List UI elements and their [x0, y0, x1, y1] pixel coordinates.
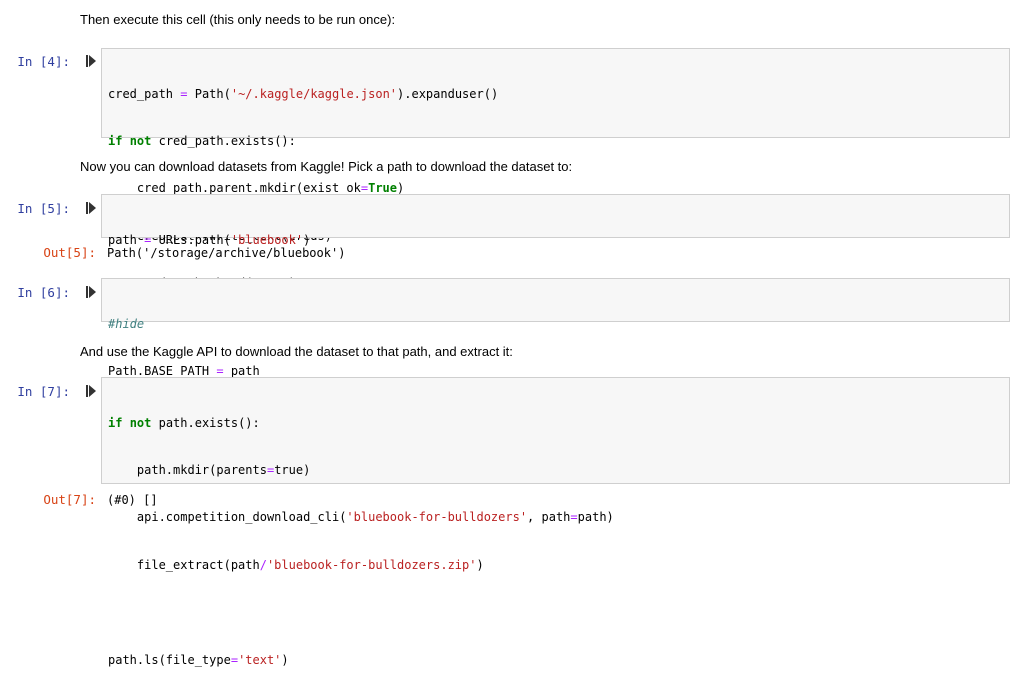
- code-line-2: path.mkdir(parents=true): [108, 462, 311, 477]
- code-cell[interactable]: if not path.exists(): path.mkdir(parents…: [101, 377, 1010, 667]
- out-prompt: Out[7]:: [43, 492, 96, 507]
- markdown-text: And use the Kaggle API to download the d…: [80, 344, 513, 359]
- code-line-1: #hide: [108, 316, 145, 331]
- code-line-4: file_extract(path/'bluebook-for-bulldoze…: [108, 557, 484, 572]
- in-prompt: In [4]:: [17, 54, 70, 69]
- run-cell-icon[interactable]: [86, 385, 96, 397]
- cell-output: Path('/storage/archive/bluebook'): [107, 246, 346, 260]
- code-line-1: if not path.exists():: [108, 415, 260, 430]
- run-cell-icon[interactable]: [86, 202, 96, 214]
- code-line-6: path.ls(file_type='text'): [108, 652, 289, 667]
- run-cell-icon[interactable]: [86, 55, 96, 67]
- code-line-1: cred_path = Path('~/.kaggle/kaggle.json'…: [108, 86, 499, 101]
- code-line-2: if not cred_path.exists():: [108, 133, 296, 148]
- in-prompt: In [5]:: [17, 201, 70, 216]
- markdown-text: Now you can download datasets from Kaggl…: [80, 159, 573, 174]
- in-prompt: In [6]:: [17, 285, 70, 300]
- markdown-text: Then execute this cell (this only needs …: [80, 12, 396, 27]
- code-cell[interactable]: #hide Path.BASE_PATH = path: [101, 278, 1010, 378]
- code-line-3: api.competition_download_cli('bluebook-f…: [108, 510, 614, 525]
- run-cell-icon[interactable]: [86, 286, 96, 298]
- code-cell[interactable]: cred_path = Path('~/.kaggle/kaggle.json'…: [101, 48, 1010, 290]
- in-prompt: In [7]:: [17, 384, 70, 399]
- out-prompt: Out[5]:: [43, 245, 96, 260]
- code-cell[interactable]: path = URLs.path('bluebook') path: [101, 194, 1010, 294]
- cell-output: (#0) []: [107, 493, 158, 507]
